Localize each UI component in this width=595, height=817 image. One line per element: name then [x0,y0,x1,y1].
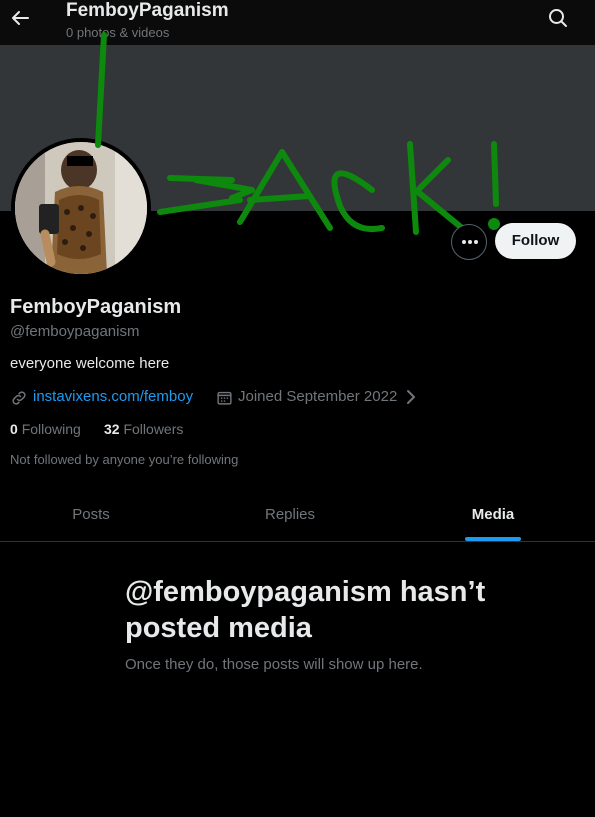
more-horizontal-icon [462,240,466,244]
profile-tabs: Posts Replies Media [0,490,595,542]
header-subtitle: 0 photos & videos [66,25,170,40]
following-count[interactable]: 0 Following [10,421,81,437]
empty-state-title: @femboypaganism hasn’t posted media [125,576,486,644]
chevron-right-icon[interactable] [404,389,418,405]
avatar-photo [15,142,147,274]
link-icon [12,391,26,405]
followers-label: Followers [123,421,184,437]
empty-state-subtitle: Once they do, those posts will show up h… [125,656,423,673]
avatar[interactable] [11,138,151,278]
followed-by-note: Not followed by anyone you’re following [10,452,239,467]
arrow-left-icon[interactable] [8,4,32,32]
header-title: FemboyPaganism [66,0,229,21]
calendar-icon [217,391,232,405]
tab-replies[interactable]: Replies [182,490,398,541]
user-handle: @femboypaganism [10,323,140,340]
tab-posts[interactable]: Posts [0,490,182,541]
follow-button[interactable]: Follow [495,223,576,259]
followers-count[interactable]: 32 Followers [104,421,183,437]
joined-date: Joined September 2022 [238,388,398,405]
more-options-button[interactable] [451,224,487,260]
profile-link[interactable]: instavixens.com/femboy [33,388,193,405]
followers-number: 32 [104,421,120,437]
tab-media[interactable]: Media [398,490,588,541]
more-dot [474,240,478,244]
search-icon[interactable] [546,6,570,30]
bio: everyone welcome here [10,355,170,372]
following-label: Following [21,421,81,437]
display-name: FemboyPaganism [10,296,182,318]
active-tab-indicator [465,537,521,541]
following-number: 0 [10,421,18,437]
top-bar: FemboyPaganism 0 photos & videos [0,0,595,45]
more-dot [468,240,472,244]
